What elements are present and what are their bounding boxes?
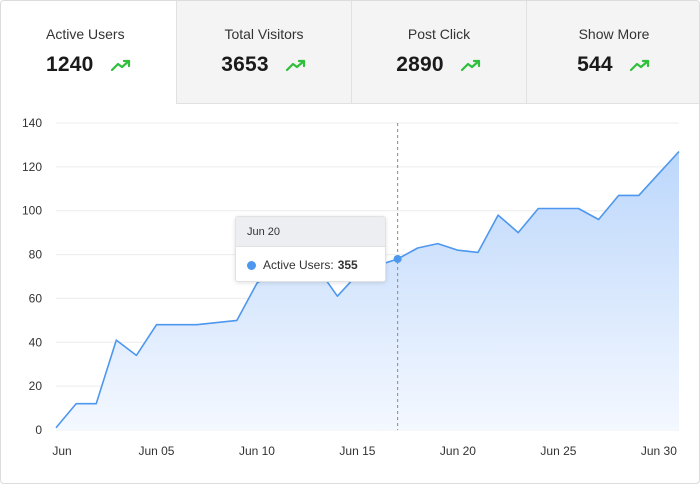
tooltip-body: Active Users: 355 bbox=[236, 247, 385, 281]
series-dot-icon bbox=[247, 260, 256, 270]
trend-up-icon bbox=[629, 58, 651, 72]
area-fill bbox=[56, 151, 679, 430]
tab-value: 544 bbox=[577, 53, 613, 76]
x-tick-label: Jun 25 bbox=[540, 444, 576, 458]
area-chart[interactable]: 0 20 40 60 80 100 120 140 Jun Jun 05 Jun 10 Jun 15… bbox=[1, 104, 700, 484]
y-tick-label: 140 bbox=[22, 116, 42, 130]
y-tick-label: 60 bbox=[29, 291, 43, 305]
tab-post-click[interactable]: Post Click 2890 bbox=[351, 1, 526, 104]
tab-value-row: 2890 bbox=[352, 53, 526, 77]
trend-up-icon bbox=[460, 58, 482, 72]
trend-up-icon bbox=[110, 58, 132, 72]
tooltip-date: Jun 20 bbox=[236, 217, 385, 247]
tab-value-row: 544 bbox=[527, 53, 699, 77]
tab-value: 1240 bbox=[46, 53, 94, 76]
chart-tooltip: Jun 20 Active Users: 355 bbox=[235, 216, 386, 282]
x-tick-label: Jun 20 bbox=[440, 444, 476, 458]
hover-point bbox=[393, 254, 402, 263]
tab-value-row: 1240 bbox=[46, 53, 176, 77]
tab-active-users[interactable]: Active Users 1240 bbox=[1, 1, 176, 104]
tooltip-series: Active Users: bbox=[263, 258, 334, 272]
tab-label: Total Visitors bbox=[224, 26, 304, 42]
chart-area[interactable]: 0 20 40 60 80 100 120 140 Jun Jun 05 Jun 10 Jun 15… bbox=[1, 104, 700, 484]
y-tick-label: 20 bbox=[29, 379, 43, 393]
y-tick-label: 120 bbox=[22, 160, 42, 174]
y-tick-label: 40 bbox=[29, 335, 43, 349]
tab-value: 2890 bbox=[396, 53, 444, 76]
analytics-card: Active Users 1240 Total Visitors 3653 Po… bbox=[0, 0, 700, 484]
trend-up-icon bbox=[285, 58, 307, 72]
tooltip-value: 355 bbox=[337, 258, 358, 272]
y-tick-label: 0 bbox=[35, 423, 42, 437]
y-tick-label: 100 bbox=[22, 204, 42, 218]
tab-value-row: 3653 bbox=[177, 53, 351, 77]
tab-show-more[interactable]: Show More 544 bbox=[526, 1, 699, 104]
tab-label: Show More bbox=[578, 26, 650, 42]
tab-label: Post Click bbox=[407, 26, 471, 42]
tab-value: 3653 bbox=[221, 53, 269, 76]
tab-total-visitors[interactable]: Total Visitors 3653 bbox=[176, 1, 351, 104]
x-tick-label: Jun bbox=[52, 444, 71, 458]
x-tick-label: Jun 05 bbox=[138, 444, 174, 458]
x-tick-label: Jun 10 bbox=[239, 444, 275, 458]
metric-tabs: Active Users 1240 Total Visitors 3653 Po… bbox=[1, 1, 699, 104]
x-tick-label: Jun 30 bbox=[641, 444, 677, 458]
x-tick-label: Jun 15 bbox=[339, 444, 375, 458]
y-tick-label: 80 bbox=[29, 248, 43, 262]
tab-label: Active Users bbox=[46, 26, 125, 42]
